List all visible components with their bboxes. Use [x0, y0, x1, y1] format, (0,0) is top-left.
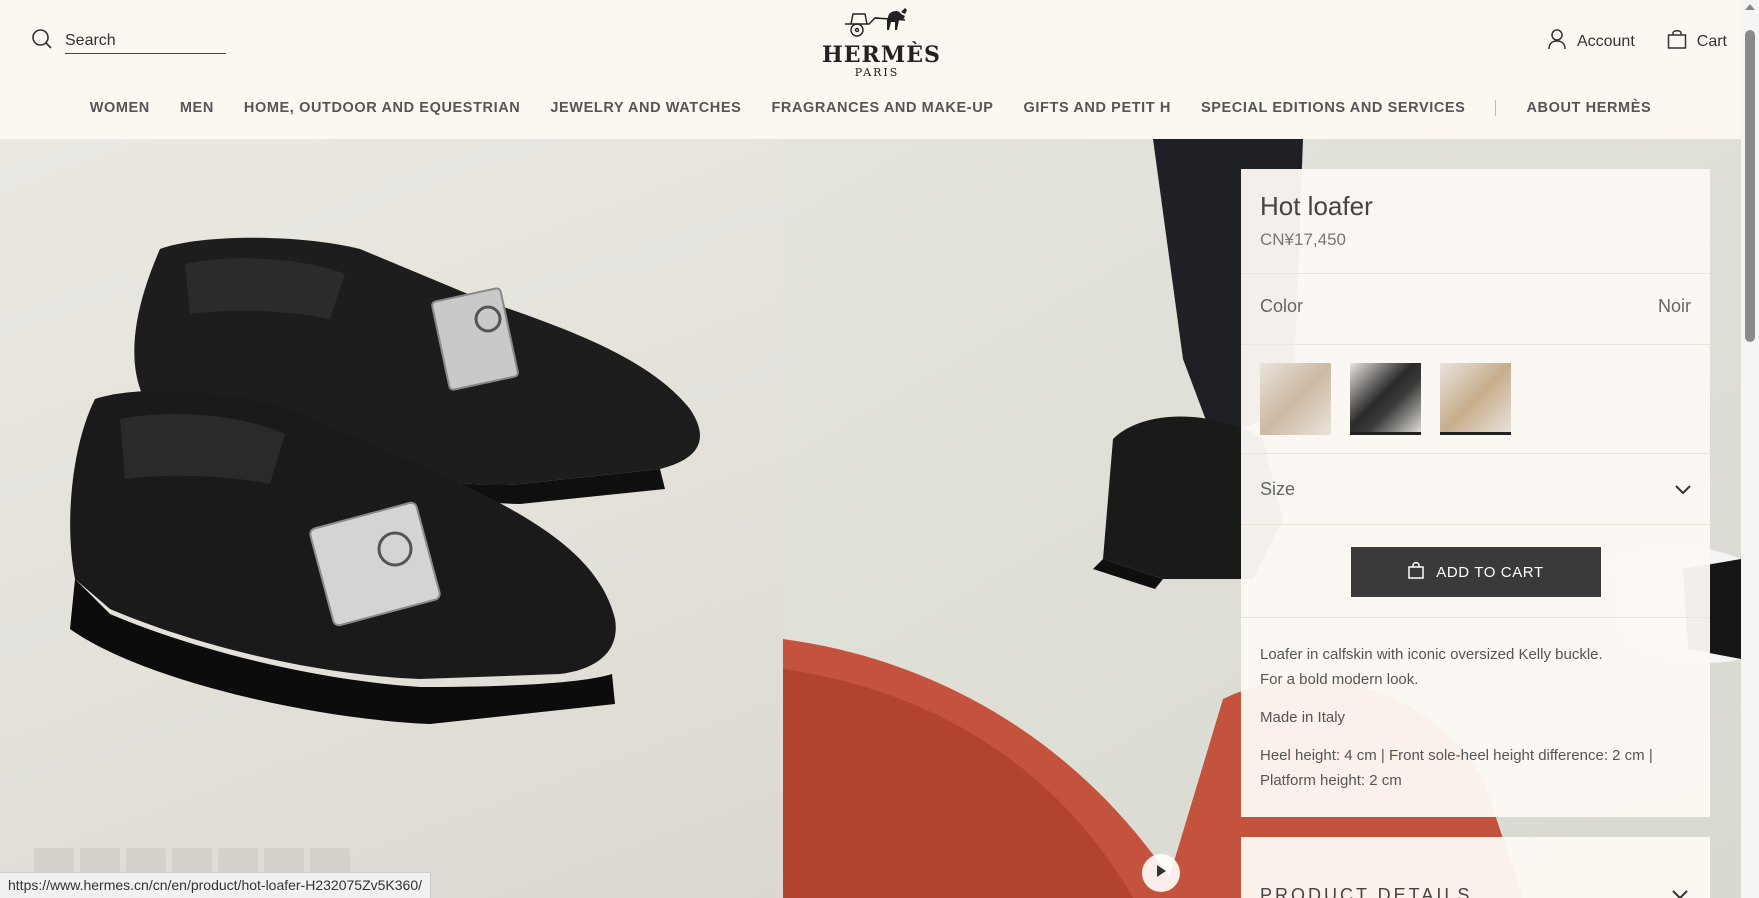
play-video-button[interactable] — [1142, 854, 1180, 892]
divider — [1241, 344, 1710, 345]
nav-item-special-editions[interactable]: SPECIAL EDITIONS AND SERVICES — [1186, 100, 1481, 116]
carriage-logo-icon — [845, 8, 907, 37]
account-label: Account — [1576, 32, 1635, 50]
hermes-logo[interactable]: HERMÈS PARIS — [822, 8, 941, 79]
nav-item-fragrances[interactable]: FRAGRANCES AND MAKE-UP — [756, 100, 1008, 116]
nav-item-gifts[interactable]: GIFTS AND PETIT H — [1009, 100, 1186, 116]
search-icon[interactable] — [31, 28, 53, 55]
nav-divider — [1495, 100, 1497, 116]
divider — [1241, 617, 1710, 618]
site-header: HERMÈS PARIS Account Cart WOMEN MEN HOME… — [0, 0, 1741, 139]
product-image-main[interactable] — [0, 139, 783, 898]
browser-status-url: https://www.hermes.cn/cn/en/product/hot-… — [0, 872, 431, 898]
product-info-panel: Hot loafer CN¥17,450 Color Noir Size ADD… — [1241, 169, 1710, 817]
scroll-up-arrow-icon[interactable] — [1745, 4, 1755, 10]
account-link[interactable]: Account — [1547, 28, 1635, 55]
dimensions-text: Heel height: 4 cm | Front sole-heel heig… — [1260, 747, 1653, 789]
divider — [1241, 524, 1710, 525]
description-text: Loafer in calfskin with iconic oversized… — [1260, 646, 1603, 688]
size-selector[interactable]: Size — [1260, 479, 1691, 500]
swatch-tan[interactable] — [1440, 363, 1511, 435]
cart-bag-icon — [1667, 28, 1687, 55]
swatch-beige[interactable] — [1260, 363, 1331, 435]
chevron-down-icon — [1675, 479, 1691, 500]
product-page: HERMÈS PARIS Account Cart WOMEN MEN HOME… — [0, 0, 1759, 898]
logo-subtitle: PARIS — [854, 66, 900, 79]
header-actions: Account Cart — [1547, 28, 1727, 55]
nav-item-jewelry-watches[interactable]: JEWELRY AND WATCHES — [535, 100, 756, 116]
cart-label: Cart — [1696, 32, 1727, 50]
add-to-cart-button[interactable]: ADD TO CART — [1351, 547, 1601, 597]
product-title: Hot loafer — [1260, 191, 1373, 221]
search-input[interactable] — [65, 29, 226, 54]
search-area — [31, 28, 226, 55]
product-details-accordion[interactable]: PRODUCT DETAILS — [1241, 837, 1710, 898]
cart-link[interactable]: Cart — [1667, 28, 1727, 55]
page-scrollbar[interactable] — [1741, 0, 1759, 898]
color-row: Color Noir — [1260, 296, 1691, 317]
color-value: Noir — [1657, 296, 1691, 316]
main-nav: WOMEN MEN HOME, OUTDOOR AND EQUESTRIAN J… — [0, 100, 1741, 116]
shopping-bag-icon — [1408, 561, 1425, 583]
nav-item-about[interactable]: ABOUT HERMÈS — [1511, 100, 1666, 116]
play-icon — [1155, 864, 1167, 883]
product-description: Loafer in calfskin with iconic oversized… — [1260, 642, 1700, 806]
product-price: CN¥17,450 — [1260, 230, 1347, 249]
color-swatches — [1260, 363, 1511, 435]
logo-wordmark: HERMÈS — [822, 42, 941, 68]
origin-text: Made in Italy — [1260, 709, 1346, 726]
scrollbar-thumb[interactable] — [1745, 30, 1755, 342]
loafer-pair-illustration — [70, 237, 700, 724]
chevron-down-icon — [1672, 887, 1688, 898]
size-label: Size — [1260, 479, 1296, 499]
swatch-black-selected[interactable] — [1350, 363, 1421, 435]
nav-item-men[interactable]: MEN — [165, 100, 229, 116]
divider — [1241, 453, 1710, 454]
divider — [1241, 273, 1710, 274]
color-label: Color — [1260, 296, 1304, 316]
nav-item-home-outdoor[interactable]: HOME, OUTDOOR AND EQUESTRIAN — [229, 100, 535, 116]
product-details-label: PRODUCT DETAILS — [1260, 885, 1473, 898]
add-to-cart-label: ADD TO CART — [1436, 563, 1544, 581]
account-icon — [1547, 28, 1567, 55]
nav-item-women[interactable]: WOMEN — [75, 100, 165, 116]
